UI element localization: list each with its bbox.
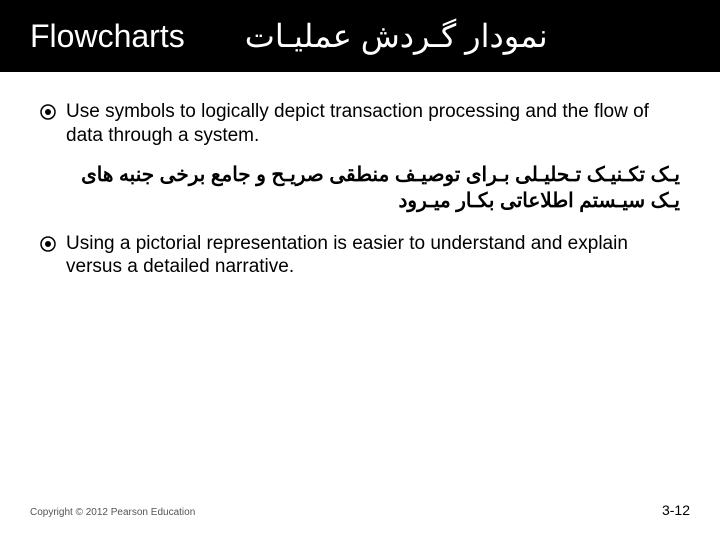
- title-persian: نمودار گـردش عملیـات: [245, 17, 548, 55]
- bullet-text-english: Using a pictorial representation is easi…: [66, 232, 680, 280]
- bullet-target-icon: [40, 104, 56, 120]
- bullet-text-persian: یـک تکـنیـک تـحلیـلی بـرای توصیـف منطقی …: [40, 162, 680, 214]
- content-area: Use symbols to logically depict transact…: [0, 72, 720, 279]
- title-english: Flowcharts: [22, 18, 185, 55]
- page-number: 3-12: [662, 502, 690, 518]
- bullet-text-english: Use symbols to logically depict transact…: [66, 100, 680, 148]
- footer: Copyright © 2012 Pearson Education 3-12: [0, 502, 720, 518]
- title-bar: Flowcharts نمودار گـردش عملیـات: [0, 0, 720, 72]
- bullet-item: Use symbols to logically depict transact…: [40, 100, 680, 148]
- copyright-text: Copyright © 2012 Pearson Education: [30, 507, 195, 518]
- bullet-item: Using a pictorial representation is easi…: [40, 232, 680, 280]
- bullet-target-icon: [40, 236, 56, 252]
